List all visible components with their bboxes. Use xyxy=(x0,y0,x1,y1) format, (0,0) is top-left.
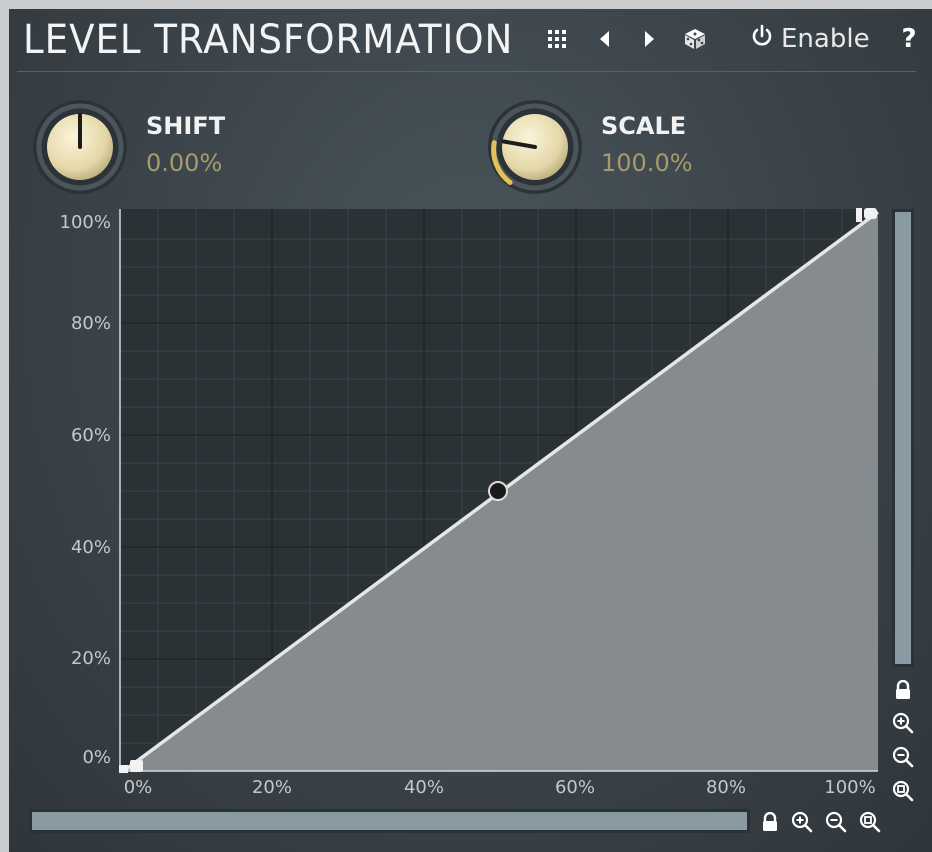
horizontal-scrollbar-thumb[interactable] xyxy=(32,812,747,830)
x-tick-80: 80% xyxy=(705,777,746,798)
horizontal-scrollbar[interactable] xyxy=(29,809,750,833)
zoom-fit-icon[interactable] xyxy=(857,809,883,835)
x-tick-60: 60% xyxy=(554,777,595,798)
curve-midpoint-handle[interactable] xyxy=(488,481,508,501)
lock-icon[interactable] xyxy=(757,809,783,835)
x-tick-40: 40% xyxy=(403,777,444,798)
lock-icon[interactable] xyxy=(890,677,916,703)
vertical-scrollbar-thumb[interactable] xyxy=(895,212,911,664)
x-tick-20: 20% xyxy=(251,777,292,798)
zoom-in-icon[interactable] xyxy=(890,710,916,736)
zoom-in-icon[interactable] xyxy=(789,809,815,835)
zoom-out-icon[interactable] xyxy=(890,744,916,770)
zoom-out-icon[interactable] xyxy=(823,809,849,835)
x-tick-100: 100% xyxy=(824,777,876,798)
plugin-panel: LEVEL TRANSFORMATION Enable ? SHIFT 0.00… xyxy=(9,9,932,852)
transfer-curve-graph[interactable] xyxy=(9,9,932,852)
x-tick-0: 0% xyxy=(123,777,153,798)
vertical-scrollbar[interactable] xyxy=(892,209,914,667)
zoom-fit-icon[interactable] xyxy=(890,778,916,804)
